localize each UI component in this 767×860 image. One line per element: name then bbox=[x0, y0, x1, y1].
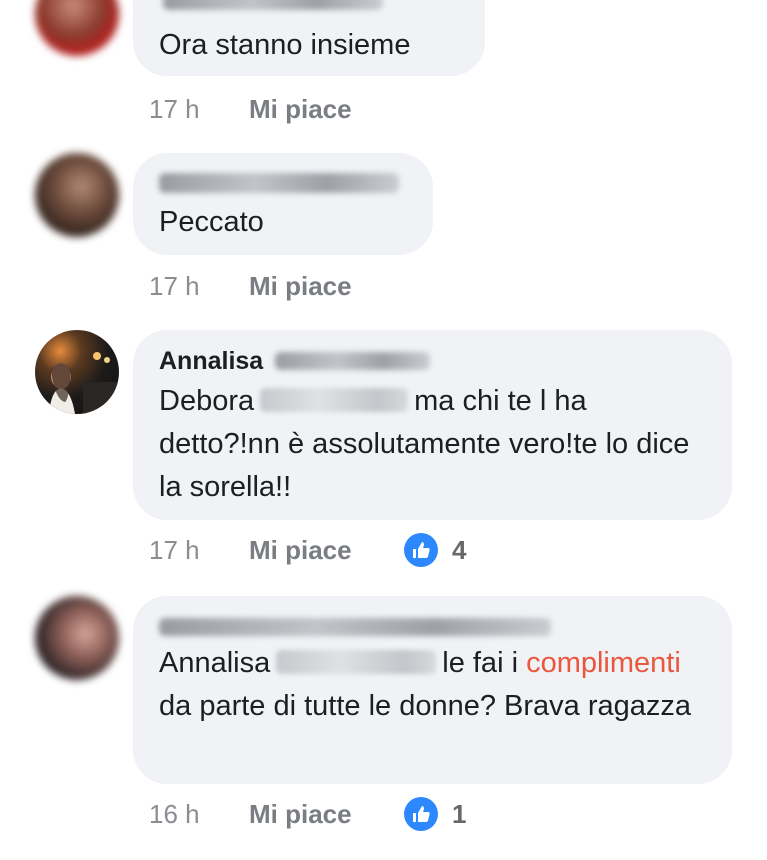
comment-text: Annalisa le fai i complimenti da parte di… bbox=[159, 642, 710, 728]
avatar[interactable] bbox=[35, 330, 119, 414]
mention-surname-blurred bbox=[276, 650, 437, 674]
comment-text-body: da parte di tutte le donne? Brava ragazz… bbox=[159, 690, 692, 722]
author-name-blurred[interactable] bbox=[159, 618, 551, 636]
comment-text-part: le fai i bbox=[442, 647, 519, 679]
like-button[interactable]: Mi piace bbox=[249, 799, 404, 829]
comment-actions: 16 h Mi piace 1 bbox=[149, 797, 466, 831]
like-button[interactable]: Mi piace bbox=[249, 94, 404, 124]
timestamp[interactable]: 17 h bbox=[149, 94, 249, 124]
mention[interactable]: Debora bbox=[159, 385, 254, 417]
comment-actions: 17 h Mi piace 4 bbox=[149, 533, 466, 567]
avatar-photo bbox=[49, 352, 119, 414]
timestamp[interactable]: 17 h bbox=[149, 535, 249, 565]
author-surname-blurred[interactable] bbox=[275, 352, 430, 370]
reaction-number: 4 bbox=[452, 535, 467, 565]
comment-bubble: Peccato bbox=[133, 153, 433, 255]
comment-text: Ora stanno insieme bbox=[159, 29, 411, 61]
like-button[interactable]: Mi piace bbox=[249, 271, 404, 301]
reaction-number: 1 bbox=[452, 799, 467, 829]
comment-text: Peccato bbox=[159, 206, 264, 238]
like-button[interactable]: Mi piace bbox=[249, 535, 404, 565]
mention[interactable]: Annalisa bbox=[159, 647, 270, 679]
comment-bubble: Annalisa Debora ma chi te l ha detto?!nn … bbox=[133, 330, 732, 520]
comment-bubble: Annalisa le fai i complimenti da parte di… bbox=[133, 596, 732, 784]
comment-actions: 17 h Mi piace bbox=[149, 94, 404, 124]
like-thumb-icon bbox=[404, 797, 438, 831]
author-name[interactable]: Annalisa bbox=[159, 346, 263, 376]
comment-text: Debora ma chi te l ha detto?!nn è assolut… bbox=[159, 380, 710, 509]
reaction-count[interactable]: 1 bbox=[404, 797, 466, 831]
timestamp[interactable]: 16 h bbox=[149, 799, 249, 829]
timestamp[interactable]: 17 h bbox=[149, 271, 249, 301]
avatar[interactable] bbox=[35, 596, 119, 680]
like-thumb-icon bbox=[404, 533, 438, 567]
avatar[interactable] bbox=[35, 0, 119, 56]
reaction-count[interactable]: 4 bbox=[404, 533, 466, 567]
author-name-blurred[interactable] bbox=[159, 173, 399, 193]
comment-bubble: Ora stanno insieme bbox=[133, 0, 485, 76]
avatar[interactable] bbox=[35, 153, 119, 237]
comment-actions: 17 h Mi piace bbox=[149, 271, 404, 301]
highlighted-word[interactable]: complimenti bbox=[526, 647, 681, 679]
author-name-blurred[interactable] bbox=[163, 0, 383, 10]
mention-surname-blurred bbox=[260, 388, 409, 412]
